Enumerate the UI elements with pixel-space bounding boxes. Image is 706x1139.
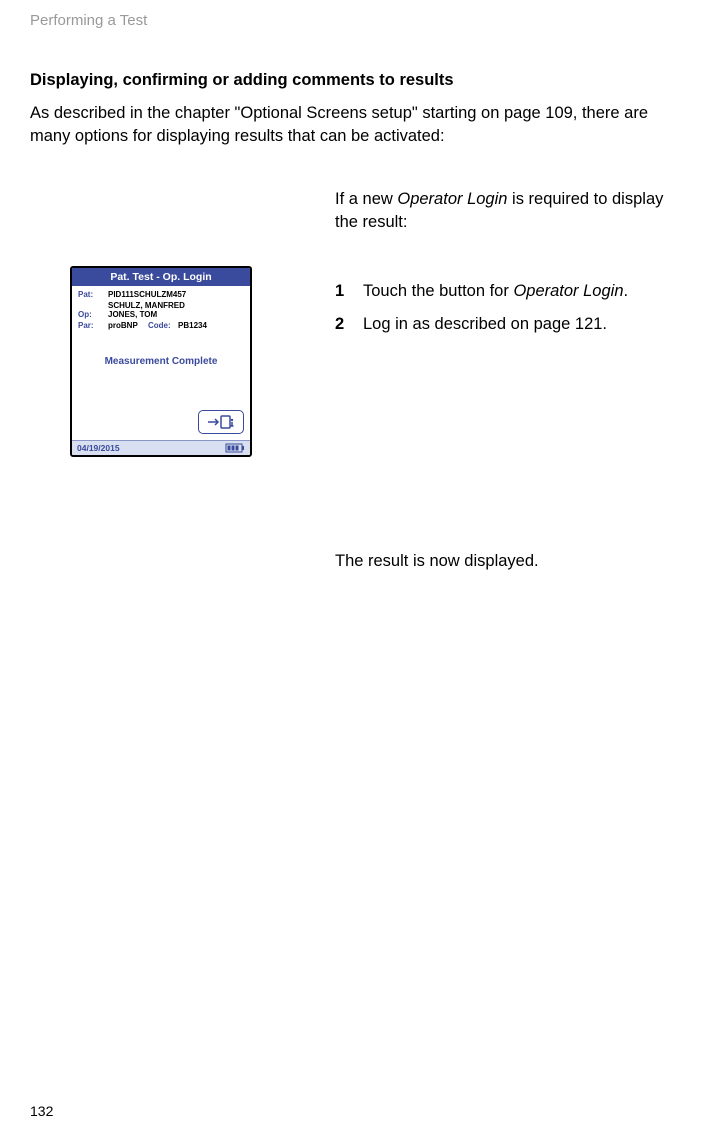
page-number: 132: [30, 1103, 53, 1119]
step-1-num: 1: [335, 280, 349, 304]
step-2: 2 Log in as described on page 121.: [335, 313, 676, 337]
pat-row: Pat: PID111SCHULZM457: [78, 290, 244, 301]
device-body: Pat: PID111SCHULZM457 SCHULZ, MANFRED Op…: [72, 286, 250, 440]
step-1: 1 Touch the button for Operator Login.: [335, 280, 676, 304]
section-header: Performing a Test: [30, 12, 676, 29]
content-area: Pat. Test - Op. Login Pat: PID111SCHULZM…: [30, 188, 676, 571]
par-row: Par: proBNP Code: PB1234: [78, 321, 244, 332]
device-date: 04/19/2015: [77, 443, 120, 453]
pre-device-text: If a new Operator Login is required to d…: [335, 188, 676, 234]
pdt-italic: Operator Login: [397, 190, 507, 208]
par-value: proBNP: [108, 321, 148, 332]
login-icon: [206, 414, 236, 430]
pat-name: SCHULZ, MANFRED: [78, 301, 244, 310]
device-column: Pat. Test - Op. Login Pat: PID111SCHULZM…: [30, 188, 265, 457]
pdt-before: If a new: [335, 190, 397, 208]
step-1-italic: Operator Login: [513, 282, 623, 300]
measurement-message: Measurement Complete: [78, 356, 244, 367]
op-value: JONES, TOM: [108, 310, 157, 321]
step-2-before: Log in as described on page 121.: [363, 315, 607, 333]
instructions-column: If a new Operator Login is required to d…: [335, 188, 676, 571]
pat-value: PID111SCHULZM457: [108, 290, 186, 301]
step-2-text: Log in as described on page 121.: [363, 313, 607, 337]
op-row: Op: JONES, TOM: [78, 310, 244, 321]
step-1-after: .: [624, 282, 629, 300]
device-title-bar: Pat. Test - Op. Login: [72, 268, 250, 286]
operator-login-button[interactable]: [198, 410, 244, 434]
pat-label: Pat:: [78, 290, 108, 301]
step-1-before: Touch the button for: [363, 282, 513, 300]
code-label: Code:: [148, 321, 178, 332]
post-text: The result is now displayed.: [335, 552, 676, 571]
op-label: Op:: [78, 310, 108, 321]
step-2-num: 2: [335, 313, 349, 337]
device-screen: Pat. Test - Op. Login Pat: PID111SCHULZM…: [70, 266, 252, 457]
step-1-text: Touch the button for Operator Login.: [363, 280, 628, 304]
par-label: Par:: [78, 321, 108, 332]
steps-list: 1 Touch the button for Operator Login. 2…: [335, 280, 676, 337]
code-value: PB1234: [178, 321, 207, 332]
device-footer: 04/19/2015: [72, 440, 250, 455]
battery-icon: [225, 443, 245, 453]
intro-text: As described in the chapter "Optional Sc…: [30, 102, 676, 148]
page-title: Displaying, confirming or adding comment…: [30, 71, 676, 90]
